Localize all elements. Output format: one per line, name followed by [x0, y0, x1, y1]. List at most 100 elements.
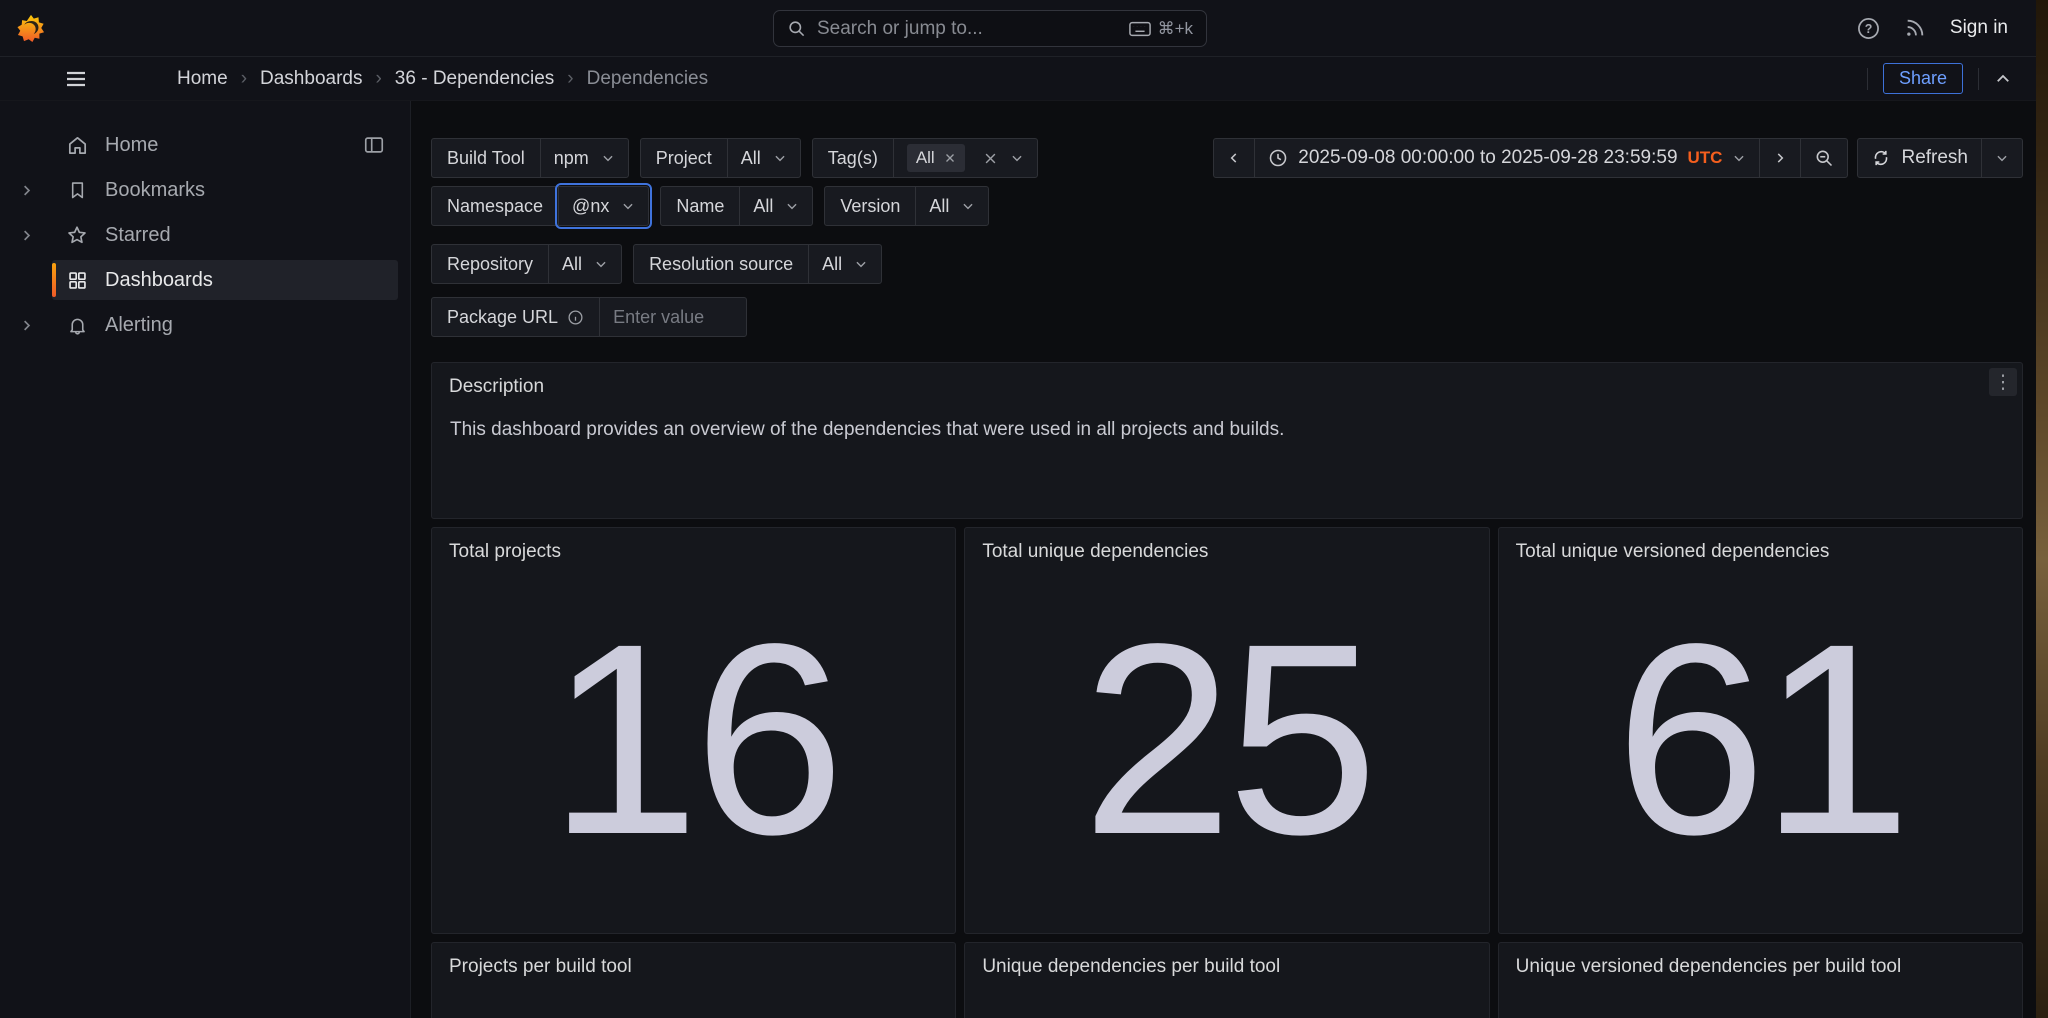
divider [1867, 68, 1868, 90]
filter-version: Version All [824, 186, 989, 226]
dashboard-canvas: Build Tool npm Project All Tag [412, 101, 2036, 1018]
star-icon [65, 224, 89, 246]
sidebar-item-label: Home [105, 134, 158, 157]
breadcrumb: Home › Dashboards › 36 - Dependencies › … [177, 57, 708, 100]
sidebar: Home Bookmarks [0, 101, 411, 1018]
breadcrumb-dashboards[interactable]: Dashboards [260, 68, 362, 90]
sidebar-row-alerting: Alerting [0, 305, 398, 345]
sidebar-item-home[interactable]: Home [52, 125, 398, 165]
collapse-chevron-up-icon[interactable] [1994, 70, 2012, 88]
filter-label: Tag(s) [813, 139, 894, 177]
repository-select[interactable]: All [549, 245, 621, 283]
zoom-out-time-button[interactable] [1800, 139, 1847, 177]
topbar-right: ? Sign in [1857, 0, 2008, 56]
build-tool-select[interactable]: npm [541, 139, 628, 177]
filter-name: Name All [660, 186, 813, 226]
panel-title[interactable]: Total projects [432, 528, 955, 563]
sidebar-row-starred: Starred [0, 215, 398, 255]
time-range-picker[interactable]: 2025-09-08 00:00:00 to 2025-09-28 23:59:… [1254, 139, 1759, 177]
chevron-right-icon: › [241, 68, 247, 90]
panel-unique-dependencies-per-build-tool: Unique dependencies per build tool [964, 942, 1489, 1018]
expand-chevron-icon[interactable] [0, 183, 52, 198]
news-rss-icon[interactable] [1904, 17, 1926, 39]
chevron-down-icon [594, 257, 608, 271]
chevron-down-icon [1732, 151, 1746, 165]
time-controls: 2025-09-08 00:00:00 to 2025-09-28 23:59:… [1213, 138, 2023, 178]
share-button[interactable]: Share [1883, 63, 1963, 94]
bottom-panel-row: Projects per build tool Unique dependenc… [431, 942, 2023, 1018]
dock-sidebar-icon[interactable] [363, 134, 385, 156]
clear-all-icon[interactable] [983, 151, 998, 166]
filter-label: Version [825, 187, 916, 225]
tag-chip[interactable]: All [907, 144, 965, 172]
filter-build-tool: Build Tool npm [431, 138, 629, 178]
sidebar-row-home: Home [0, 125, 398, 165]
navbar-actions: Share [1867, 57, 2012, 100]
namespace-select[interactable]: @nx [559, 187, 648, 225]
panel-menu-kebab-icon[interactable]: ⋮ [1989, 368, 2017, 396]
filter-row-1: Build Tool npm Project All Tag [431, 138, 1038, 178]
bell-icon [65, 315, 89, 336]
breadcrumb-home[interactable]: Home [177, 68, 228, 90]
stat-panel-total-projects: Total projects 16 [431, 527, 956, 934]
timezone-badge: UTC [1688, 148, 1723, 168]
stat-panel-unique-versioned-dependencies: Total unique versioned dependencies 61 [1498, 527, 2023, 934]
package-url-input[interactable] [600, 298, 746, 336]
search-bar[interactable]: ⌘+k [773, 10, 1207, 47]
resolution-source-select[interactable]: All [809, 245, 881, 283]
filter-row-4: Package URL [431, 297, 747, 337]
version-select[interactable]: All [916, 187, 988, 225]
filter-label: Project [641, 139, 728, 177]
name-select[interactable]: All [740, 187, 812, 225]
search-input[interactable] [817, 18, 1118, 40]
sidebar-item-label: Alerting [105, 314, 173, 337]
project-select[interactable]: All [728, 139, 800, 177]
menu-toggle-icon[interactable] [64, 67, 88, 91]
time-shift-forward-button[interactable] [1759, 139, 1800, 177]
info-icon[interactable] [567, 309, 584, 326]
expand-chevron-icon[interactable] [0, 318, 52, 333]
description-panel: Description This dashboard provides an o… [431, 362, 2023, 519]
sidebar-item-dashboards[interactable]: Dashboards [52, 260, 398, 300]
sidebar-item-bookmarks[interactable]: Bookmarks [52, 170, 398, 210]
sign-in-button[interactable]: Sign in [1950, 17, 2008, 39]
time-range-group: 2025-09-08 00:00:00 to 2025-09-28 23:59:… [1213, 138, 1848, 178]
expand-chevron-icon[interactable] [0, 228, 52, 243]
sidebar-item-starred[interactable]: Starred [52, 215, 398, 255]
panel-title[interactable]: Description [432, 363, 2022, 398]
filter-namespace: Namespace @nx [431, 186, 649, 226]
remove-tag-icon[interactable] [944, 152, 956, 164]
chevron-down-icon [773, 151, 787, 165]
filter-repository: Repository All [431, 244, 622, 284]
refresh-icon [1871, 148, 1891, 168]
time-shift-back-button[interactable] [1214, 139, 1254, 177]
refresh-button[interactable]: Refresh [1858, 139, 1981, 177]
help-icon[interactable]: ? [1857, 17, 1880, 40]
panel-title[interactable]: Total unique dependencies [965, 528, 1488, 563]
search-icon [787, 19, 806, 38]
panel-title[interactable]: Total unique versioned dependencies [1499, 528, 2022, 563]
panel-title[interactable]: Unique dependencies per build tool [965, 943, 1488, 978]
chevron-right-icon: › [567, 68, 573, 90]
filter-package-url: Package URL [431, 297, 747, 337]
panel-title[interactable]: Projects per build tool [432, 943, 955, 978]
stat-value: 25 [965, 563, 1488, 933]
chevron-down-icon [1010, 151, 1024, 165]
tags-multiselect[interactable]: All [894, 139, 1037, 177]
sidebar-item-label: Starred [105, 224, 171, 247]
filter-tags: Tag(s) All [812, 138, 1038, 178]
breadcrumb-folder[interactable]: 36 - Dependencies [395, 68, 555, 90]
filter-row-2: Namespace @nx Name All Version [431, 186, 989, 226]
grafana-logo-icon[interactable] [17, 13, 45, 43]
filter-label: Repository [432, 245, 549, 283]
sidebar-item-alerting[interactable]: Alerting [52, 305, 398, 345]
chevron-down-icon [785, 199, 799, 213]
refresh-interval-dropdown[interactable] [1981, 139, 2022, 177]
panel-unique-versioned-dependencies-per-build-tool: Unique versioned dependencies per build … [1498, 942, 2023, 1018]
search-shortcut: ⌘+k [1129, 19, 1193, 39]
chevron-down-icon [621, 199, 635, 213]
keyboard-icon [1129, 21, 1151, 37]
panel-projects-per-build-tool: Projects per build tool [431, 942, 956, 1018]
panel-title[interactable]: Unique versioned dependencies per build … [1499, 943, 2022, 978]
apps-grid-icon [65, 270, 89, 291]
